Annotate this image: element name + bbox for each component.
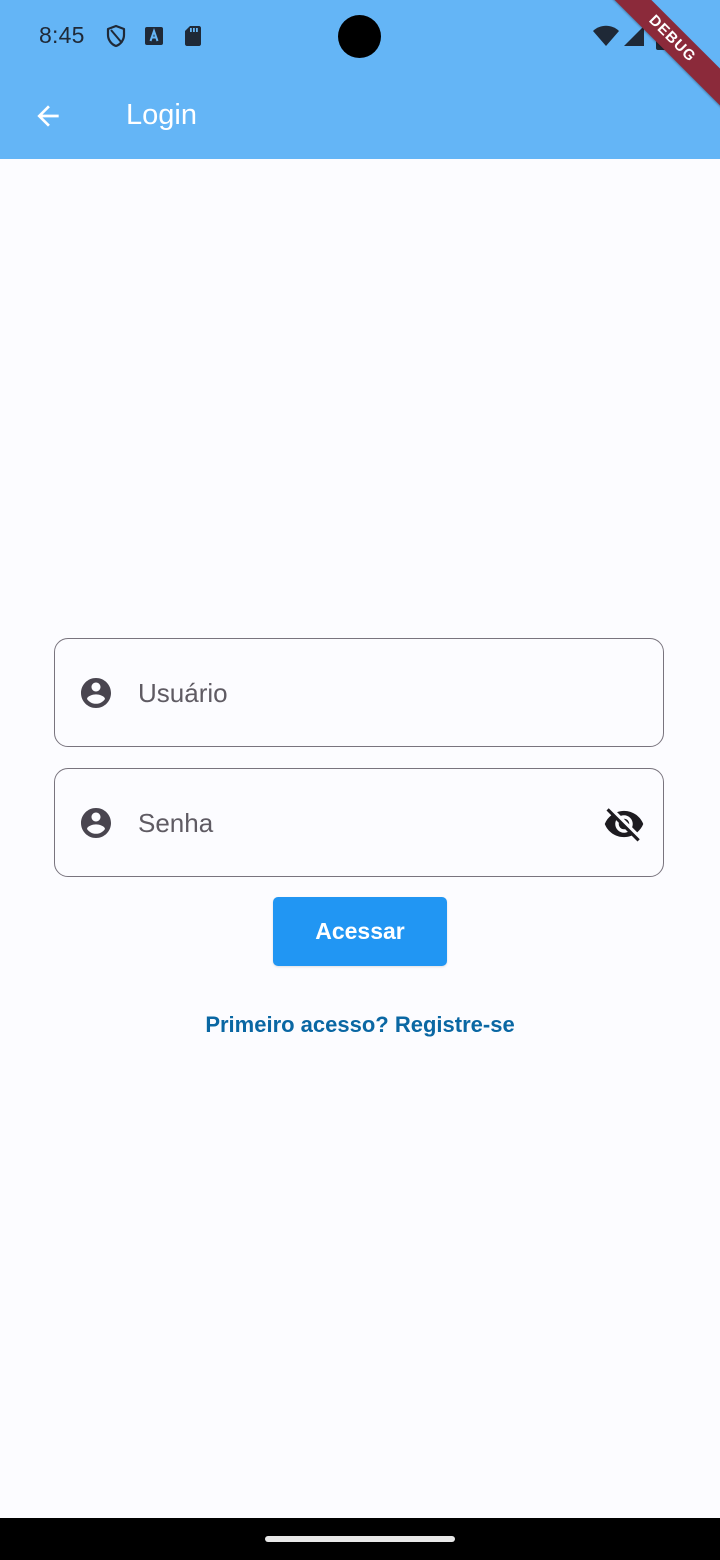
sd-card-icon xyxy=(185,26,201,46)
status-time: 8:45 xyxy=(39,22,85,48)
back-button[interactable] xyxy=(24,92,72,140)
camera-cutout xyxy=(338,15,381,58)
account-circle-icon xyxy=(81,678,111,708)
password-visibility-toggle[interactable] xyxy=(603,803,645,845)
visibility-off-icon xyxy=(604,808,644,842)
username-placeholder: Usuário xyxy=(138,678,228,708)
accessibility-a-icon xyxy=(145,27,163,45)
username-field[interactable]: Usuário xyxy=(54,638,664,747)
system-nav-bar xyxy=(0,1518,720,1560)
register-link[interactable]: Primeiro acesso? Registre-se xyxy=(0,1012,720,1038)
password-field[interactable]: Senha xyxy=(54,768,664,877)
arrow-back-icon xyxy=(37,105,59,127)
app-bar: Login xyxy=(0,72,720,159)
home-indicator[interactable] xyxy=(265,1536,455,1542)
wifi-icon xyxy=(593,25,619,46)
account-circle-icon xyxy=(81,808,111,838)
page-title: Login xyxy=(126,99,197,131)
app-header: 8:45 DEBUG Login xyxy=(0,0,720,159)
password-placeholder: Senha xyxy=(138,808,214,838)
status-bar: 8:45 xyxy=(0,0,720,72)
login-button[interactable]: Acessar xyxy=(273,897,447,966)
shield-icon xyxy=(106,24,126,48)
